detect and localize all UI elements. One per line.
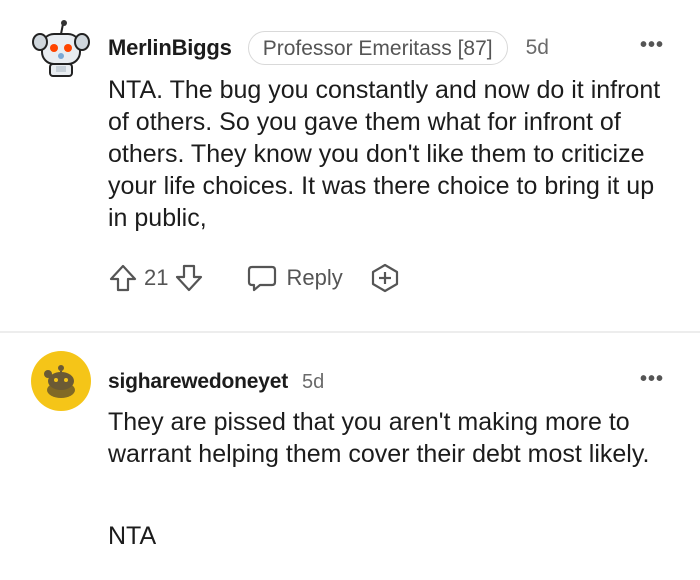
comment-header: sigharewedoneyet 5d [108, 366, 324, 398]
comment-body-paragraph: NTA [108, 522, 157, 550]
comment-header: MerlinBiggs Professor Emeritass [87] 5d [108, 30, 549, 66]
vote-count: 21 [144, 265, 169, 290]
comment-actions: 21 Reply [108, 258, 401, 298]
reply-label: Reply [286, 265, 343, 290]
comment-body: NTA. The bug you constantly and now do i… [108, 76, 661, 232]
robot-avatar-icon[interactable] [30, 16, 92, 78]
user-flair: Professor Emeritass [87] [247, 31, 508, 65]
username[interactable]: sigharewedoneyet [108, 370, 288, 394]
award-icon[interactable] [369, 262, 401, 294]
comment-age: 5d [302, 370, 325, 393]
comment: sigharewedoneyet 5d ••• They are pissed … [0, 334, 700, 580]
upvote-icon[interactable] [108, 263, 138, 293]
snoo-avatar-icon[interactable] [30, 350, 92, 412]
more-options-icon[interactable]: ••• [640, 34, 664, 57]
reply-icon [246, 263, 278, 293]
reply-button[interactable]: Reply [246, 263, 343, 293]
comment-body: They are pissed that you aren't making m… [108, 408, 650, 468]
username[interactable]: MerlinBiggs [108, 35, 232, 61]
comment-age: 5d [525, 36, 549, 59]
comment-divider [0, 331, 700, 333]
downvote-icon[interactable] [174, 263, 204, 293]
comment: MerlinBiggs Professor Emeritass [87] 5d … [0, 0, 700, 330]
more-options-icon[interactable]: ••• [640, 368, 664, 391]
